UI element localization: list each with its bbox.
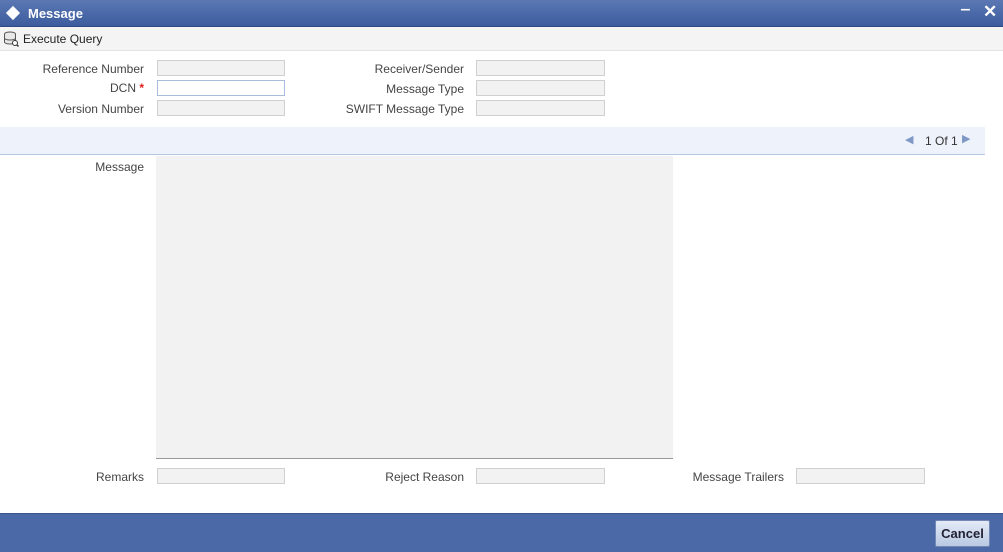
close-button[interactable]: ✕: [983, 3, 997, 21]
window-title: Message: [28, 6, 83, 21]
message-textarea[interactable]: [156, 156, 673, 459]
previous-record-icon[interactable]: ◀: [905, 133, 913, 146]
version-number-field[interactable]: [157, 100, 285, 116]
minimize-button[interactable]: ‒: [961, 1, 970, 19]
remarks-field[interactable]: [157, 468, 285, 484]
reject-reason-label: Reject Reason: [385, 470, 464, 484]
dcn-label-row: DCN *: [20, 81, 144, 95]
title-bar: Message ‒ ✕: [0, 0, 1003, 27]
next-record-icon[interactable]: ▶: [962, 132, 970, 145]
message-label: Message: [95, 160, 144, 174]
database-query-icon: [4, 31, 19, 47]
remarks-label: Remarks: [95, 470, 144, 484]
reference-number-field[interactable]: [157, 60, 285, 76]
required-mark: *: [139, 81, 144, 95]
message-type-label: Message Type: [386, 82, 464, 96]
record-count: 1 Of 1: [925, 134, 958, 148]
diamond-icon: [5, 5, 21, 21]
pager-bar: ◀ 1 Of 1 ▶: [0, 127, 985, 155]
toolbar: Execute Query: [0, 27, 1003, 51]
message-type-field[interactable]: [476, 80, 605, 96]
receiver-sender-field[interactable]: [476, 60, 605, 76]
footer-bar: Cancel: [0, 513, 1003, 552]
swift-message-type-field[interactable]: [476, 100, 605, 116]
version-number-label: Version Number: [57, 102, 144, 116]
execute-query-label: Execute Query: [23, 32, 103, 46]
swift-message-type-label: SWIFT Message Type: [345, 102, 464, 116]
reject-reason-field[interactable]: [476, 468, 605, 484]
dcn-field[interactable]: [157, 80, 285, 96]
reference-number-label: Reference Number: [42, 62, 144, 76]
message-trailers-field[interactable]: [796, 468, 925, 484]
message-trailers-label: Message Trailers: [692, 470, 784, 484]
cancel-button[interactable]: Cancel: [935, 520, 990, 547]
receiver-sender-label: Receiver/Sender: [374, 62, 464, 76]
dcn-label: DCN: [109, 81, 136, 95]
